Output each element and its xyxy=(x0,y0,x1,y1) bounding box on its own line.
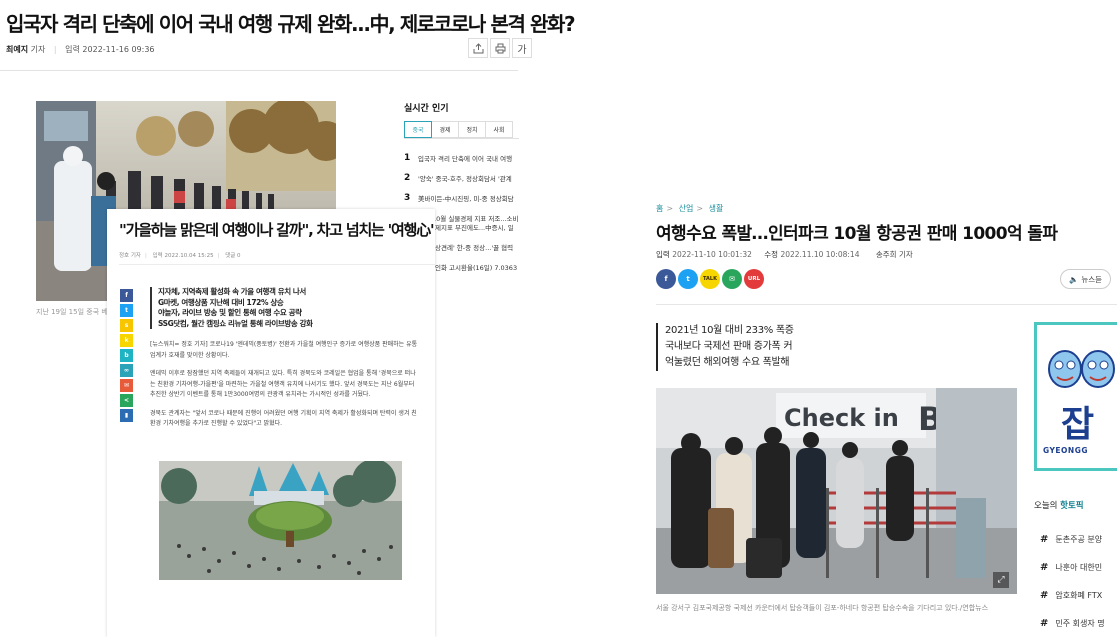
hot-topic-title: 오늘의 핫토픽 xyxy=(1034,501,1084,511)
hash-icon: # xyxy=(1040,533,1049,545)
hash-icon: # xyxy=(1040,617,1049,629)
tab-economy[interactable]: 경제 xyxy=(431,121,459,138)
popular-item[interactable]: 3 美바이든-中시진핑, 미-중 정상회담 xyxy=(404,188,519,208)
tab-politics[interactable]: 정치 xyxy=(458,121,486,138)
divider xyxy=(404,138,519,139)
checkin-sign: Check in xyxy=(784,404,899,432)
facebook-icon[interactable]: f xyxy=(120,289,133,302)
share-icon[interactable] xyxy=(468,38,488,58)
speaker-icon: 🔈 xyxy=(1069,274,1079,284)
body-paragraph: 엔데믹 이후로 잠잠했던 지역 축제들이 재개되고 있다. 특히 경북도와 코레… xyxy=(150,370,416,398)
share-icon[interactable]: < xyxy=(120,394,133,407)
summary-line: 억눌렸던 해외여행 수요 폭발해 xyxy=(665,357,790,368)
reporter-name[interactable]: 최예지 xyxy=(6,45,28,54)
breadcrumb: 홈 > 산업 > 생활 xyxy=(656,203,723,214)
twitter-icon[interactable]: t xyxy=(678,269,698,289)
band-icon[interactable]: b xyxy=(120,349,133,362)
summary-line: G마켓, 여행상품 지난해 대비 172% 상승 xyxy=(158,297,284,307)
article-title: 입국자 격리 단축에 이어 국내 여행 규제 완화...中, 제로코로나 본격 … xyxy=(6,12,576,36)
breadcrumb-life[interactable]: 생활 xyxy=(709,204,724,213)
summary-line: 2021년 10월 대비 233% 폭증 xyxy=(665,325,794,336)
body-paragraph: 경북도 관계자는 "앞서 코로나 때문에 진행이 어려웠던 여행 기획이 지역 … xyxy=(150,409,417,428)
hot-topic-item[interactable]: # 둔촌주공 분양 xyxy=(1040,525,1105,553)
article-title: "가을하늘 맑은데 여행이나 갈까", 차고 넘치는 '여행心' xyxy=(119,221,435,239)
comment-count[interactable]: 댓글 0 xyxy=(225,253,240,259)
article-tools: 가 xyxy=(468,38,532,58)
chevron-right-icon: > xyxy=(696,204,704,213)
publish-date: 입력 2022.10.04 15:25 xyxy=(152,253,214,259)
reporter-name[interactable]: 정호 기자 xyxy=(119,253,141,259)
photo-caption: 서울 강서구 김포국제공항 국제선 카운터에서 탑승객들이 김포-하네다 항공편… xyxy=(656,604,989,612)
popular-item-fragment[interactable]: 인화 고시환율(16일) 7.0363 xyxy=(435,258,519,278)
share-bar: f t TALK ✉ URL xyxy=(656,269,764,289)
article-title: 여행수요 폭발…인터파크 10월 항공권 판매 1000억 돌파 xyxy=(656,224,1058,244)
popular-item[interactable]: 1 입국자 격리 단축에 이어 국내 여행 xyxy=(404,148,519,168)
article-body: [뉴스워치= 정호 기자] 코로나19 '엔데믹(풍토병)' 전환과 가을철 여… xyxy=(150,340,420,438)
kakaostory-icon[interactable]: s xyxy=(120,319,133,332)
kakaotalk-icon[interactable]: k xyxy=(120,334,133,347)
photo-caption: 지난 19일 15일 중국 베이 xyxy=(36,308,115,316)
hot-topic-item[interactable]: # 나훈아 대한민 xyxy=(1040,553,1105,581)
hash-icon: # xyxy=(1040,589,1049,601)
publish-date: 입력 2022-11-16 09:36 xyxy=(65,45,155,54)
tab-china[interactable]: 중국 xyxy=(404,121,432,138)
chevron-right-icon: > xyxy=(666,204,674,213)
article-meta: 정호 기자 | 입력 2022.10.04 15:25 | 댓글 0 xyxy=(119,253,241,259)
summary-line: 지자체, 지역축제 활성화 속 가을 여행객 유치 나서 xyxy=(158,287,306,296)
breadcrumb-industry[interactable]: 산업 xyxy=(679,204,694,213)
article-panel-overlay: "가을하늘 맑은데 여행이나 갈까", 차고 넘치는 '여행心' 정호 기자 | … xyxy=(107,209,435,637)
popular-tabs: 중국 경제 정치 사회 xyxy=(404,121,513,138)
ad-headline: 잡 xyxy=(1061,404,1095,445)
advertisement-banner[interactable]: 잡 GYEONGG xyxy=(1034,322,1117,471)
article-summary: 2021년 10월 대비 233% 폭증 국내보다 국제선 판매 증가폭 커 억… xyxy=(656,323,794,371)
article-meta: 최예지 기자 | 입력 2022-11-16 09:36 xyxy=(6,44,155,55)
print-icon[interactable] xyxy=(490,38,510,58)
divider xyxy=(119,264,435,265)
email-icon[interactable]: ✉ xyxy=(722,269,742,289)
summary-line: 국내보다 국제선 판매 증가폭 커 xyxy=(665,341,793,352)
link-icon[interactable]: ∞ xyxy=(120,364,133,377)
tab-society[interactable]: 사회 xyxy=(485,121,513,138)
mascot-icon xyxy=(1048,350,1115,388)
article-photo xyxy=(159,461,402,580)
article-panel-right: 홈 > 산업 > 생활 여행수요 폭발…인터파크 10월 항공권 판매 1000억 … xyxy=(640,0,1117,637)
share-bar: f t s k b ∞ ✉ < ▮ xyxy=(120,289,133,422)
popular-title: 실시간 인기 xyxy=(404,104,449,114)
summary-line: SSG닷컴, 월간 캠핑쇼 리뉴얼 통해 라이브방송 강화 xyxy=(158,318,313,328)
modified-date: 2022.11.10 10:08:14 xyxy=(780,250,860,259)
reporter-suffix: 기자 xyxy=(30,45,46,54)
hot-topic-item[interactable]: # 암호화폐 FTX xyxy=(1040,581,1105,609)
url-icon[interactable]: URL xyxy=(744,269,764,289)
reporter-name[interactable]: 송주희 기자 xyxy=(876,250,913,259)
hash-icon: # xyxy=(1040,561,1049,573)
facebook-icon[interactable]: f xyxy=(656,269,676,289)
article-meta: 입력 2022-11-10 10:01:32 수정 2022.11.10 10:… xyxy=(656,250,913,259)
publish-date: 2022-11-10 10:01:32 xyxy=(672,250,752,259)
popular-item-fragment[interactable]: 제지표 부진에도...中증시, 일 xyxy=(435,218,519,238)
meta-divider: | xyxy=(53,45,57,54)
hot-topic-item[interactable]: # 민주 회생자 명 xyxy=(1040,609,1105,637)
article-photo: Check in B xyxy=(656,388,1017,594)
popular-item-fragment[interactable]: 상견례' 한-중 정상...'꿀 협력 xyxy=(435,238,519,258)
summary-line: 야놀자, 라이브 방송 및 할인 통해 여행 수요 공략 xyxy=(158,308,302,317)
ad-brand: GYEONGG xyxy=(1043,446,1089,455)
popular-list-more: 제지표 부진에도...中증시, 일 상견례' 한-중 정상...'꿀 협력 인화… xyxy=(435,218,519,278)
email-icon[interactable]: ✉ xyxy=(120,379,133,392)
expand-icon[interactable]: ⤢ xyxy=(993,572,1009,588)
breadcrumb-home[interactable]: 홈 xyxy=(656,204,663,213)
article-summary: 지자체, 지역축제 활성화 속 가을 여행객 유치 나서 G마켓, 여행상품 지… xyxy=(150,287,313,329)
font-size-icon[interactable]: 가 xyxy=(512,38,532,58)
body-paragraph: [뉴스워치= 정호 기자] 코로나19 '엔데믹(풍토병)' 전환과 가을철 여… xyxy=(150,341,418,359)
bookmark-icon[interactable]: ▮ xyxy=(120,409,133,422)
listen-news-button[interactable]: 🔈 뉴스듣 xyxy=(1060,269,1112,289)
kakaotalk-icon[interactable]: TALK xyxy=(700,269,720,289)
twitter-icon[interactable]: t xyxy=(120,304,133,317)
divider xyxy=(656,304,1117,305)
popular-item[interactable]: 2 '양숙' 중국-호주, 정상회담서 '관계 xyxy=(404,168,519,188)
hot-topic-list: # 둔촌주공 분양 # 나훈아 대한민 # 암호화폐 FTX # 민주 회생자 명 xyxy=(1040,525,1105,637)
divider xyxy=(0,70,518,71)
